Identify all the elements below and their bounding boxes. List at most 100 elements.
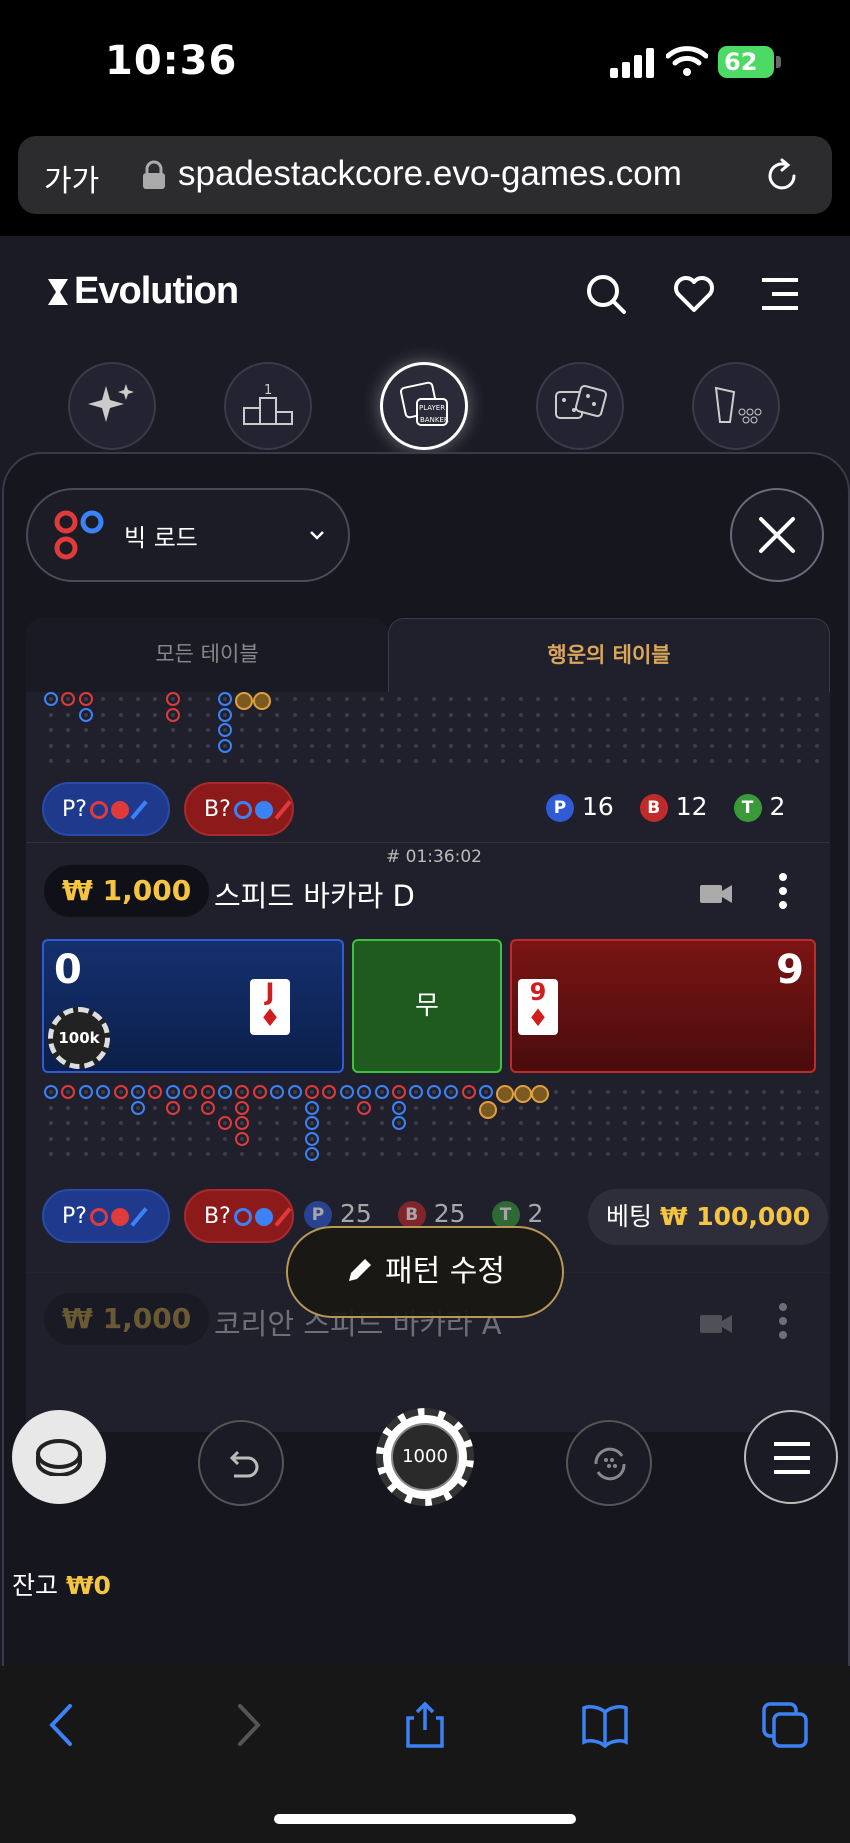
- grid-dot: [623, 728, 628, 732]
- category-game-shows[interactable]: [692, 362, 780, 450]
- heart-icon[interactable]: [672, 272, 716, 316]
- grid-dot: [640, 1121, 645, 1125]
- grid-dot: [344, 759, 349, 763]
- grid-dot: [484, 712, 488, 717]
- grid-dot: [640, 759, 645, 763]
- banker-box[interactable]: 9 9 ♦: [510, 939, 816, 1073]
- bet-value: ₩ 100,000: [659, 1202, 811, 1231]
- grid-dot: [136, 697, 140, 701]
- back-icon[interactable]: [38, 1700, 88, 1750]
- banker-predict-button[interactable]: B?: [184, 1189, 294, 1243]
- more-options-icon[interactable]: [778, 1303, 788, 1343]
- reload-icon[interactable]: [762, 156, 802, 196]
- grid-dot: [49, 1136, 53, 1141]
- tie-box[interactable]: 무: [352, 939, 502, 1073]
- grid-dot: [745, 743, 749, 748]
- game-menu-button[interactable]: [744, 1410, 838, 1504]
- tabs-icon[interactable]: [760, 1700, 810, 1750]
- player-predict-button[interactable]: P?: [42, 782, 170, 836]
- red-dot-icon: [110, 1208, 129, 1226]
- forward-icon[interactable]: [222, 1700, 272, 1750]
- grid-dot: [745, 1136, 749, 1141]
- player-predict-button[interactable]: P?: [42, 1189, 170, 1243]
- lobby-button[interactable]: [12, 1410, 106, 1504]
- grid-dot: [170, 743, 175, 748]
- more-options-icon[interactable]: [778, 873, 788, 913]
- grid-dot: [414, 728, 419, 732]
- grid-dot: [501, 697, 506, 701]
- grid-dot: [797, 1105, 802, 1110]
- tab-all-tables[interactable]: 모든 테이블: [26, 618, 388, 692]
- grid-dot: [66, 1121, 71, 1125]
- road-bead: [200, 1085, 215, 1099]
- camera-icon[interactable]: [700, 1313, 732, 1335]
- grid-dot: [362, 712, 367, 717]
- menu-icon[interactable]: [758, 272, 802, 316]
- grid-dot: [797, 1152, 802, 1156]
- grid-dot: [327, 1152, 332, 1156]
- search-icon[interactable]: [584, 272, 628, 316]
- grid-dot: [797, 697, 802, 701]
- grid-dot: [518, 712, 523, 717]
- grid-dot: [257, 728, 262, 732]
- edit-pattern-button[interactable]: 패턴 수정: [286, 1226, 564, 1318]
- grid-dot: [327, 1136, 332, 1141]
- grid-dot: [814, 1152, 819, 1156]
- grid-dot: [136, 743, 140, 748]
- grid-dot: [658, 697, 662, 701]
- grid-dot: [658, 1105, 662, 1110]
- close-button[interactable]: [730, 488, 824, 582]
- road-type-dropdown[interactable]: 빅 로드: [26, 488, 350, 582]
- grid-dot: [692, 1090, 697, 1094]
- grid-dot: [692, 743, 697, 748]
- grid-dot: [745, 759, 749, 763]
- grid-dot: [536, 728, 541, 732]
- grid-dot: [588, 1121, 593, 1125]
- grid-dot: [344, 712, 349, 717]
- category-baccarat[interactable]: PLAYER BANKER: [380, 362, 468, 450]
- grid-dot: [397, 728, 401, 732]
- grid-dot: [605, 743, 610, 748]
- browser-address-bar[interactable]: 가가 spadestackcore.evo-games.com: [18, 136, 832, 214]
- undo-button[interactable]: [198, 1420, 284, 1506]
- grid-dot: [223, 1152, 227, 1156]
- grid-dot: [814, 712, 819, 717]
- road-bead: [235, 1100, 250, 1115]
- share-icon[interactable]: [400, 1700, 450, 1750]
- blue-dot-icon: [254, 1208, 273, 1226]
- grid-dot: [484, 1121, 488, 1125]
- tie-count-badge: T: [733, 794, 762, 822]
- cellular-signal-icon: [610, 48, 654, 78]
- grid-dot: [431, 697, 436, 701]
- chip-selector[interactable]: 1000: [376, 1408, 474, 1506]
- grid-dot: [431, 1152, 436, 1156]
- bookmarks-icon[interactable]: [580, 1700, 630, 1750]
- grid-dot: [466, 759, 471, 763]
- url-text[interactable]: spadestackcore.evo-games.com: [178, 154, 682, 194]
- camera-icon[interactable]: [700, 883, 732, 905]
- road-grid: [44, 692, 824, 772]
- category-leaderboard[interactable]: 1: [224, 362, 312, 450]
- podium-icon: 1: [243, 383, 293, 425]
- grid-dot: [240, 728, 245, 732]
- text-size-button[interactable]: 가가: [44, 156, 99, 200]
- table-list[interactable]: P? B? P 16 B 12 T2 # 01:36:02 ₩ 1,000 스피드 …: [26, 692, 830, 1432]
- road-bead: [44, 692, 58, 706]
- player-box[interactable]: 0 J ♦ 100k: [42, 939, 344, 1073]
- grid-dot: [501, 743, 506, 748]
- category-favorites[interactable]: [68, 362, 156, 450]
- evolution-logo[interactable]: Evolution: [46, 270, 239, 313]
- table-card-speed-baccarat-d[interactable]: # 01:36:02 ₩ 1,000 스피드 바카라 D 0 J ♦ 100k 무…: [26, 842, 830, 1262]
- grid-dot: [623, 1090, 628, 1094]
- grid-dot: [397, 712, 401, 717]
- road-bead: [461, 1085, 476, 1099]
- road-bead: [305, 1131, 319, 1146]
- grid-dot: [362, 697, 367, 701]
- grid-dot: [379, 1105, 384, 1110]
- grid-dot: [449, 1105, 454, 1110]
- repeat-bet-button[interactable]: [566, 1420, 652, 1506]
- tab-lucky-tables[interactable]: 행운의 테이블: [388, 618, 830, 692]
- banker-predict-button[interactable]: B?: [184, 782, 294, 836]
- category-dice[interactable]: [536, 362, 624, 450]
- grid-dot: [344, 743, 349, 748]
